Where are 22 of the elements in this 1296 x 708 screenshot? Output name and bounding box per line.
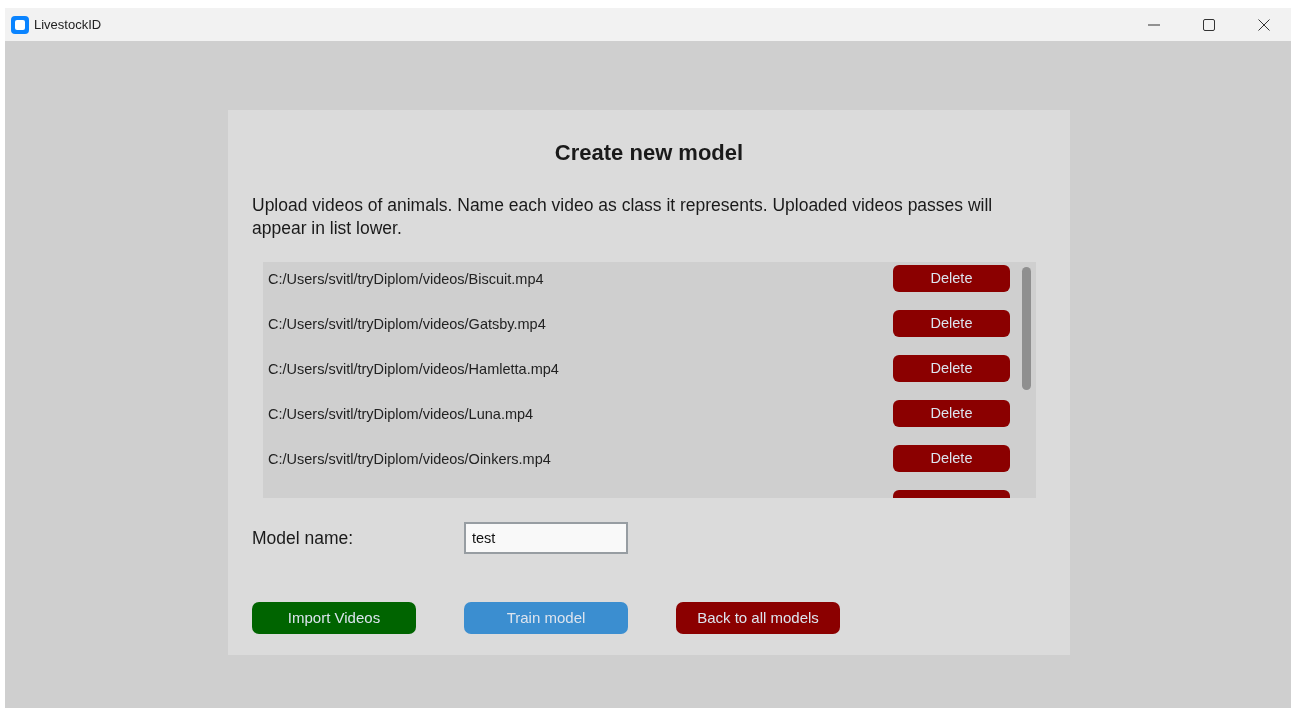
maximize-icon [1202, 18, 1215, 31]
window-title: LivestockID [34, 15, 102, 34]
delete-button[interactable]: Delete [893, 310, 1010, 337]
page-heading: Create new model [553, 139, 745, 167]
app-icon [11, 15, 29, 34]
video-path: C:/Users/svitl/tryDiplom/videos/Gatsby.mp4 [268, 315, 546, 334]
delete-button[interactable]: Delete [893, 400, 1010, 427]
close-icon [1257, 18, 1270, 31]
minimize-icon [1147, 23, 1160, 26]
action-button[interactable]: Import Videos [252, 602, 416, 634]
video-path: C:/Users/svitl/tryDiplom/videos/Luna.mp4 [268, 405, 534, 424]
delete-button[interactable]: Delete [893, 445, 1010, 472]
video-path: C:/Users/svitl/tryDiplom/videos/Biscuit.mp4 [268, 270, 544, 289]
delete-button[interactable]: Delete [893, 355, 1010, 382]
model-name-field[interactable]: test [464, 522, 628, 554]
video-path: C:/Users/svitl/tryDiplom/videos/Oinkers.mp4 [268, 450, 551, 469]
video-path: C:/Users/svitl/tryDiplom/videos/Hamletta.mp4 [268, 360, 559, 379]
delete-button[interactable]: Delete [893, 265, 1010, 292]
scrollbar-thumb[interactable] [1022, 267, 1031, 390]
model-name-label: Model name: [252, 526, 355, 550]
action-button[interactable]: Back to all models [676, 602, 840, 634]
instructions-text: Upload videos of animals. Name each video as class it represents. Uploaded videos passes will appear in list lower. [252, 194, 994, 240]
